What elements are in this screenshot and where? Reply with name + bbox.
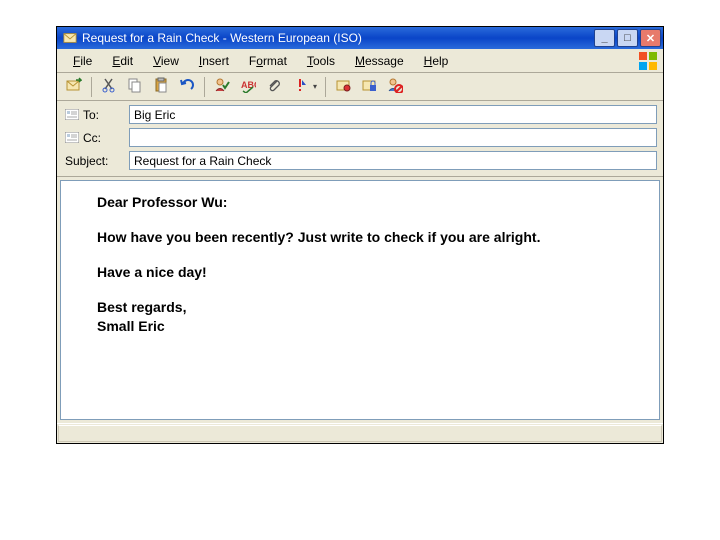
send-icon [66, 77, 82, 96]
body-signoff: Best regards, [97, 298, 623, 317]
mail-headers: To: Cc: Subject: [57, 101, 663, 177]
priority-dropdown[interactable]: ▾ [289, 76, 319, 98]
cc-label[interactable]: Cc: [63, 131, 129, 145]
check-names-icon [214, 77, 230, 96]
maximize-button[interactable]: □ [617, 29, 638, 47]
cut-button[interactable] [98, 76, 120, 98]
attach-icon [266, 77, 282, 96]
menu-file[interactable]: File [63, 52, 102, 70]
menu-format[interactable]: Format [239, 52, 297, 70]
menu-help[interactable]: Help [414, 52, 459, 70]
status-cell [58, 425, 662, 442]
offline-button[interactable] [384, 76, 406, 98]
cut-icon [101, 77, 117, 96]
editor-container: Dear Professor Wu: How have you been rec… [60, 180, 660, 420]
window-title: Request for a Rain Check - Western Europ… [82, 31, 594, 45]
windows-logo-icon [637, 50, 659, 72]
address-book-icon [65, 132, 79, 143]
menu-insert[interactable]: Insert [189, 52, 239, 70]
toolbar-separator [204, 77, 205, 97]
menu-message[interactable]: Message [345, 52, 414, 70]
spelling-button[interactable]: ABC [237, 76, 259, 98]
body-paragraph: How have you been recently? Just write t… [97, 228, 623, 247]
address-book-icon [65, 109, 79, 120]
toolbar: ABC ▾ [57, 73, 663, 101]
spelling-icon: ABC [240, 77, 256, 96]
copy-icon [127, 77, 143, 96]
menu-edit[interactable]: Edit [102, 52, 143, 70]
menu-view[interactable]: View [143, 52, 189, 70]
priority-icon [292, 77, 308, 96]
offline-icon [387, 77, 403, 96]
undo-button[interactable] [176, 76, 198, 98]
menu-tools[interactable]: Tools [297, 52, 345, 70]
toolbar-separator [91, 77, 92, 97]
subject-row: Subject: [63, 151, 657, 170]
window-controls: _ □ ✕ [594, 29, 661, 47]
toolbar-separator [325, 77, 326, 97]
paste-icon [153, 77, 169, 96]
encrypt-button[interactable] [358, 76, 380, 98]
copy-button[interactable] [124, 76, 146, 98]
subject-label: Subject: [63, 154, 129, 168]
menubar: File Edit View Insert Format Tools Messa… [57, 49, 663, 73]
statusbar [57, 423, 663, 443]
undo-icon [179, 77, 195, 96]
body-paragraph: Have a nice day! [97, 263, 623, 282]
paste-button[interactable] [150, 76, 172, 98]
close-button[interactable]: ✕ [640, 29, 661, 47]
cc-field[interactable] [129, 128, 657, 147]
encrypt-icon [361, 77, 377, 96]
to-label[interactable]: To: [63, 108, 129, 122]
sign-button[interactable] [332, 76, 354, 98]
to-row: To: [63, 105, 657, 124]
message-body[interactable]: Dear Professor Wu: How have you been rec… [61, 181, 659, 419]
attach-button[interactable] [263, 76, 285, 98]
envelope-app-icon [63, 31, 77, 45]
to-field[interactable] [129, 105, 657, 124]
check-names-button[interactable] [211, 76, 233, 98]
minimize-button[interactable]: _ [594, 29, 615, 47]
body-greeting: Dear Professor Wu: [97, 193, 623, 212]
body-signature: Small Eric [97, 317, 623, 336]
svg-text:ABC: ABC [241, 80, 256, 90]
cc-row: Cc: [63, 128, 657, 147]
sign-icon [335, 77, 351, 96]
titlebar: Request for a Rain Check - Western Europ… [57, 27, 663, 49]
compose-window: Request for a Rain Check - Western Europ… [56, 26, 664, 444]
chevron-down-icon: ▾ [311, 82, 319, 91]
subject-field[interactable] [129, 151, 657, 170]
send-button[interactable] [63, 76, 85, 98]
